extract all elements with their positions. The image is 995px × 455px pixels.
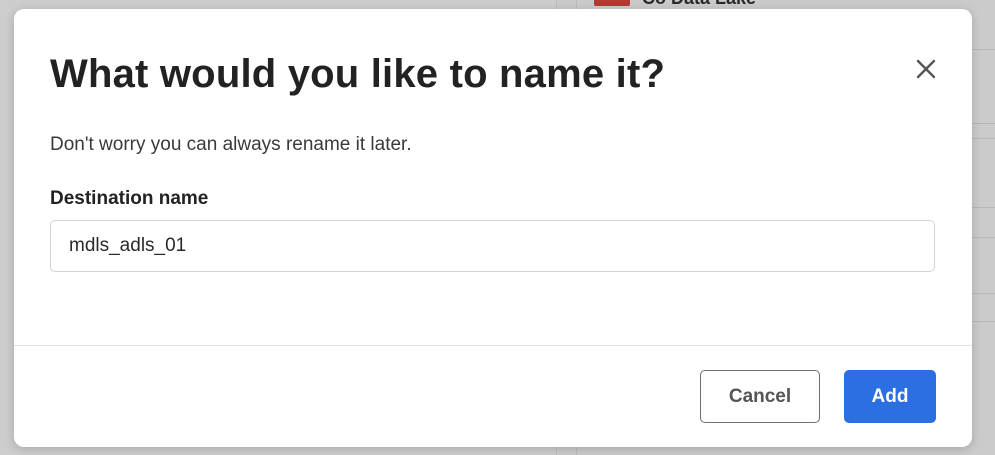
destination-name-label: Destination name: [50, 188, 209, 209]
name-destination-dialog: What would you like to name it? Don't wo…: [14, 9, 972, 447]
close-icon: [916, 59, 936, 79]
close-button[interactable]: [911, 54, 941, 84]
background-row-divider: [972, 123, 995, 124]
background-row-divider: [972, 293, 995, 294]
footer-divider: [14, 345, 972, 346]
background-row-divider: [972, 138, 995, 139]
background-row-divider: [972, 49, 995, 50]
background-row-divider: [972, 237, 995, 238]
add-button[interactable]: Add: [844, 370, 936, 423]
data-lake-icon: [594, 0, 630, 6]
cancel-button[interactable]: Cancel: [700, 370, 820, 423]
dialog-subtitle: Don't worry you can always rename it lat…: [50, 134, 412, 155]
destination-name-input[interactable]: [50, 220, 935, 272]
background-heading: Co Data Lake: [642, 0, 756, 9]
dialog-title: What would you like to name it?: [50, 52, 666, 96]
background-row-divider: [972, 207, 995, 208]
background-row-divider: [972, 321, 995, 322]
